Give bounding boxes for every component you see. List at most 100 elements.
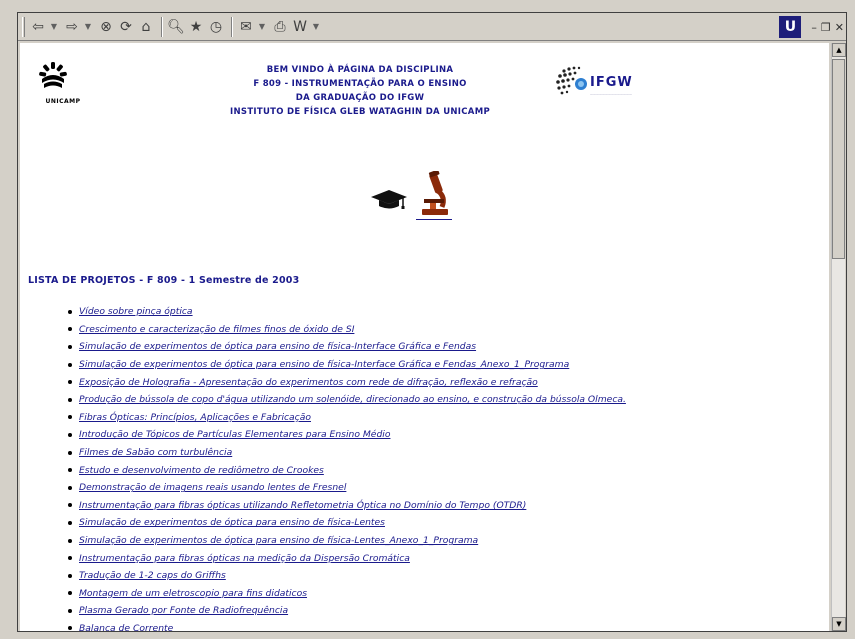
scroll-down-icon[interactable]: ▼ [832, 617, 846, 631]
project-link[interactable]: Demonstração de imagens reais usando len… [79, 482, 346, 493]
list-item: Introdução de Tópicos de Partículas Elem… [68, 426, 626, 444]
bullet-icon [68, 626, 72, 631]
toolbar-grip[interactable] [22, 16, 25, 37]
project-list: Vídeo sobre pinça óptica Crescimento e c… [68, 303, 626, 631]
home-icon[interactable]: ⌂ [137, 16, 155, 38]
project-link[interactable]: Introdução de Tópicos de Partículas Elem… [79, 429, 390, 440]
bullet-icon [68, 397, 72, 402]
project-link[interactable]: Simulação de experimentos de óptica para… [79, 341, 476, 352]
back-dropdown-icon[interactable]: ▼ [49, 16, 59, 38]
list-item: Balança de Corrente [68, 620, 626, 631]
stop-icon[interactable]: ⊗ [97, 16, 115, 38]
mail-dropdown-icon[interactable]: ▼ [257, 16, 267, 38]
title-line: F 809 - INSTRUMENTAÇÃO PARA O ENSINO [253, 79, 467, 89]
close-icon[interactable]: ✕ [835, 21, 844, 34]
bullet-icon [68, 468, 72, 473]
toolbar-separator [231, 16, 233, 37]
list-item: Simulação de experimentos de óptica para… [68, 532, 626, 550]
bullet-icon [68, 573, 72, 578]
list-item: Filmes de Sabão com turbulência [68, 444, 626, 462]
project-link[interactable]: Montagem de um eletroscopio para fins di… [79, 588, 307, 599]
mail-icon[interactable]: ✉ [237, 16, 255, 38]
list-item: Fibras Ópticas: Princípios, Aplicações e… [68, 409, 626, 427]
bullet-icon [68, 608, 72, 613]
window-controls: U – ❐ ✕ [779, 16, 844, 38]
restore-icon[interactable]: ❐ [821, 21, 831, 34]
project-link[interactable]: Exposição de Holografia - Apresentação d… [79, 377, 538, 388]
edit-dropdown-icon[interactable]: ▼ [311, 16, 321, 38]
screen-background: ⇦ ▼ ⇨ ▼ ⊗ ⟳ ⌂ 🔍︎ ★ ◷ ✉ ▼ ⎙ W ▼ U – ❐ ✕ U… [0, 0, 855, 639]
list-item: Simulação de experimentos de óptica para… [68, 514, 626, 532]
list-item: Estudo e desenvolvimento de rediômetro d… [68, 461, 626, 479]
project-link[interactable]: Plasma Gerado por Fonte de Radiofrequênc… [79, 605, 288, 616]
project-link[interactable]: Filmes de Sabão com turbulência [79, 447, 232, 458]
list-item: Montagem de um eletroscopio para fins di… [68, 585, 626, 603]
project-link[interactable]: Simulação de experimentos de óptica para… [79, 359, 569, 370]
list-title: LISTA DE PROJETOS - F 809 - 1 Semestre d… [28, 275, 300, 286]
minimize-icon[interactable]: – [811, 21, 817, 34]
list-item: Tradução de 1-2 caps do Griffhs [68, 567, 626, 585]
toolbar-separator [161, 16, 163, 37]
refresh-icon[interactable]: ⟳ [117, 16, 135, 38]
list-item: Demonstração de imagens reais usando len… [68, 479, 626, 497]
bullet-icon [68, 309, 72, 314]
back-icon[interactable]: ⇦ [29, 16, 47, 38]
page-content: UNICAMP BEM VINDO À PÁGINA DA DISCIPLINA… [20, 43, 829, 631]
bullet-icon [68, 327, 72, 332]
list-item: Instrumentação para fibras ópticas na me… [68, 549, 626, 567]
project-link[interactable]: Estudo e desenvolvimento de rediômetro d… [79, 465, 324, 476]
bullet-icon [68, 591, 72, 596]
vertical-scrollbar[interactable]: ▲ ▼ [831, 43, 846, 631]
forward-dropdown-icon[interactable]: ▼ [83, 16, 93, 38]
scrollbar-thumb[interactable] [832, 59, 845, 259]
project-link[interactable]: Fibras Ópticas: Princípios, Aplicações e… [79, 412, 311, 423]
ifgw-label: IFGW [590, 75, 633, 90]
project-link[interactable]: Tradução de 1-2 caps do Griffhs [79, 570, 226, 581]
list-item: Exposição de Holografia - Apresentação d… [68, 373, 626, 391]
list-item: Produção de bússola de copo d'água utili… [68, 391, 626, 409]
project-link[interactable]: Crescimento e caracterização de filmes f… [79, 324, 354, 335]
bullet-icon [68, 538, 72, 543]
list-item: Plasma Gerado por Fonte de Radiofrequênc… [68, 602, 626, 620]
bullet-icon [68, 380, 72, 385]
title-line: BEM VINDO À PÁGINA DA DISCIPLINA [266, 65, 454, 75]
page-title: BEM VINDO À PÁGINA DA DISCIPLINA F 809 -… [170, 63, 550, 119]
bullet-icon [68, 503, 72, 508]
microscope-link-underline [416, 219, 452, 220]
bullet-icon [68, 485, 72, 490]
unicamp-logo: UNICAMP [38, 61, 88, 105]
favorites-icon[interactable]: ★ [187, 16, 205, 38]
forward-icon[interactable]: ⇨ [63, 16, 81, 38]
list-item: Crescimento e caracterização de filmes f… [68, 321, 626, 339]
project-link[interactable]: Simulação de experimentos de óptica para… [79, 535, 478, 546]
scroll-up-icon[interactable]: ▲ [832, 43, 846, 57]
browser-toolbar: ⇦ ▼ ⇨ ▼ ⊗ ⟳ ⌂ 🔍︎ ★ ◷ ✉ ▼ ⎙ W ▼ U – ❐ ✕ [18, 13, 846, 41]
bullet-icon [68, 450, 72, 455]
ifgw-dots-icon [556, 66, 587, 95]
unicamp-mark-icon [39, 62, 67, 88]
history-icon[interactable]: ◷ [207, 16, 225, 38]
decorative-icons [370, 171, 490, 223]
bullet-icon [68, 520, 72, 525]
print-icon[interactable]: ⎙ [271, 16, 289, 38]
page-header: UNICAMP BEM VINDO À PÁGINA DA DISCIPLINA… [20, 43, 820, 143]
graduation-cap-icon [371, 190, 407, 209]
project-link[interactable]: Instrumentação para fibras ópticas utili… [79, 500, 526, 511]
edit-icon[interactable]: W [291, 16, 309, 38]
project-link[interactable]: Produção de bússola de copo d'água utili… [79, 394, 626, 405]
project-link[interactable]: Instrumentação para fibras ópticas na me… [79, 553, 410, 564]
list-item: Simulação de experimentos de óptica para… [68, 338, 626, 356]
list-item: Vídeo sobre pinça óptica [68, 303, 626, 321]
list-item: Instrumentação para fibras ópticas utili… [68, 497, 626, 515]
microscope-icon[interactable] [416, 171, 452, 217]
search-icon[interactable]: 🔍︎ [167, 16, 185, 38]
project-link[interactable]: Simulação de experimentos de óptica para… [79, 517, 385, 528]
unicamp-label: UNICAMP [45, 98, 81, 105]
bullet-icon [68, 556, 72, 561]
project-link[interactable]: Balança de Corrente [79, 623, 173, 631]
browser-logo-icon: U [779, 16, 802, 38]
title-line: INSTITUTO DE FÍSICA GLEB WATAGHIN DA UNI… [230, 107, 490, 117]
project-link[interactable]: Vídeo sobre pinça óptica [79, 306, 193, 317]
bullet-icon [68, 415, 72, 420]
list-item: Simulação de experimentos de óptica para… [68, 356, 626, 374]
